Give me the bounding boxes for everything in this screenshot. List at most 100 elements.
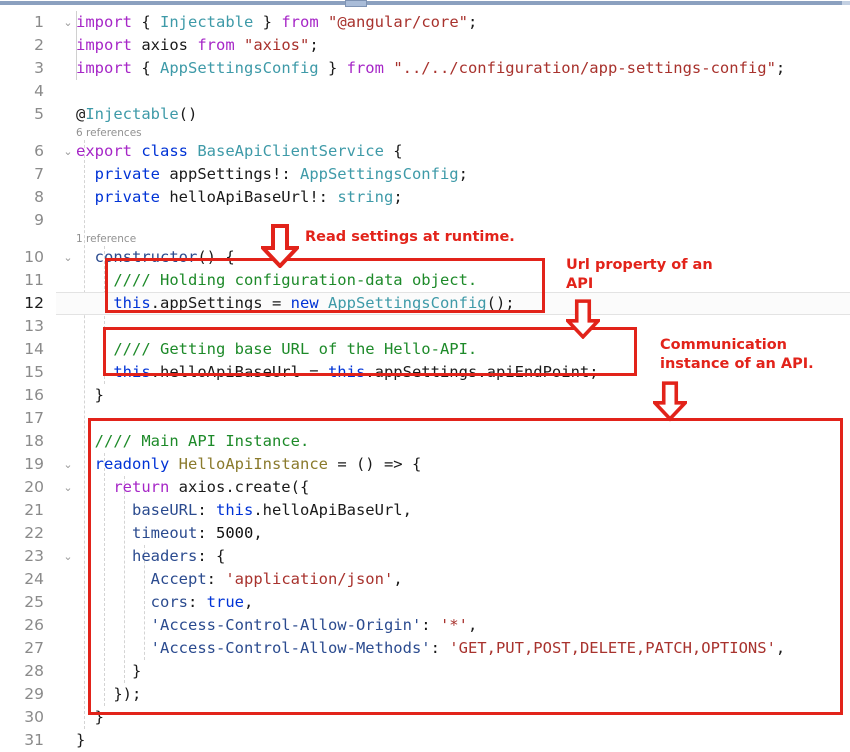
code-line[interactable]: 9: [0, 209, 850, 232]
code-text: import axios from "axios";: [76, 34, 319, 57]
code-line[interactable]: 6 ⌄ export class BaseApiClientService {: [0, 140, 850, 163]
token: }: [76, 662, 142, 680]
code-line[interactable]: 23 ⌄ headers: {: [0, 545, 850, 568]
horizontal-scrollbar[interactable]: [0, 0, 850, 7]
code-line[interactable]: 10 ⌄ constructor() {: [0, 246, 850, 269]
fold-chevron-down-icon[interactable]: ⌄: [62, 453, 74, 476]
token: }: [76, 386, 104, 404]
token: new: [290, 294, 328, 312]
fold-chevron-down-icon[interactable]: ⌄: [62, 545, 74, 568]
code-line[interactable]: 4: [0, 80, 850, 103]
code-line[interactable]: 25 cors: true,: [0, 591, 850, 614]
code-editor[interactable]: 1 ⌄ import { Injectable } from "@angular/c…: [0, 7, 850, 749]
token: from: [197, 36, 244, 54]
line-number: 2: [34, 36, 44, 54]
code-line[interactable]: 28 }: [0, 660, 850, 683]
token: "axios": [244, 36, 310, 54]
code-line[interactable]: 30 }: [0, 706, 850, 729]
line-number: 15: [24, 363, 44, 381]
code-text: });: [76, 683, 141, 706]
line-number: 29: [24, 685, 44, 703]
token: this: [327, 363, 366, 381]
code-text: @Injectable(): [76, 103, 197, 126]
token: "@angular/core": [328, 13, 468, 31]
token: :: [197, 501, 216, 519]
line-number: 22: [24, 524, 44, 542]
code-line[interactable]: 3 import { AppSettingsConfig } from "../.…: [0, 57, 850, 80]
token: BaseApiClientService: [197, 142, 384, 160]
token: !:: [309, 188, 338, 206]
scrollbar-thumb[interactable]: [345, 0, 367, 7]
code-line[interactable]: 15 this.helloApiBaseUrl = this.appSettin…: [0, 361, 850, 384]
code-line[interactable]: 1 ⌄ import { Injectable } from "@angular/c…: [0, 11, 850, 34]
code-line[interactable]: 26 'Access-Control-Allow-Origin': '*',: [0, 614, 850, 637]
code-line[interactable]: 21 baseURL: this.helloApiBaseUrl,: [0, 499, 850, 522]
token: class: [141, 142, 198, 160]
token: 5000: [216, 524, 254, 542]
token: : {: [197, 547, 226, 565]
code-line[interactable]: 19 ⌄ readonly HelloApiInstance = () => {: [0, 453, 850, 476]
code-line[interactable]: 13: [0, 315, 850, 338]
code-line[interactable]: 2 import axios from "axios";: [0, 34, 850, 57]
token: constructor: [94, 248, 198, 266]
code-line[interactable]: 7 private appSettings!: AppSettingsConfi…: [0, 163, 850, 186]
code-text: private helloApiBaseUrl!: string;: [76, 186, 403, 209]
token: 'GET,PUT,POST,DELETE,PATCH,OPTIONS': [449, 639, 776, 657]
code-line[interactable]: 22 timeout: 5000,: [0, 522, 850, 545]
code-text: }: [76, 660, 141, 683]
token: Accept: [150, 570, 207, 588]
code-line[interactable]: 16 }: [0, 384, 850, 407]
code-line[interactable]: 17: [0, 407, 850, 430]
fold-chevron-down-icon[interactable]: ⌄: [62, 476, 74, 499]
code-line[interactable]: 27 'Access-Control-Allow-Methods': 'GET,…: [0, 637, 850, 660]
line-number: 10: [24, 248, 44, 266]
token: !:: [271, 165, 300, 183]
token: appSettings: [169, 165, 272, 183]
code-text: readonly HelloApiInstance = () => {: [76, 453, 422, 476]
fold-chevron-down-icon[interactable]: ⌄: [62, 246, 74, 269]
fold-chevron-down-icon[interactable]: ⌄: [62, 140, 74, 163]
code-line[interactable]: 8 private helloApiBaseUrl!: string;: [0, 186, 850, 209]
token: from: [281, 13, 328, 31]
code-text: Accept: 'application/json',: [76, 568, 403, 591]
code-lens-references[interactable]: 6 references: [76, 126, 142, 140]
token: //// Main API Instance.: [94, 432, 310, 450]
token: private: [94, 188, 170, 206]
code-line[interactable]: 18 //// Main API Instance.: [0, 430, 850, 453]
code-lens-references[interactable]: 1 reference: [76, 232, 136, 246]
fold-chevron-down-icon[interactable]: ⌄: [62, 11, 74, 34]
token: '*': [439, 616, 468, 634]
code-line[interactable]: 11 //// Holding configuration-data objec…: [0, 269, 850, 292]
token: AppSettingsConfig: [160, 59, 319, 77]
token: .helloApiBaseUrl =: [150, 363, 328, 381]
code-text: private appSettings!: AppSettingsConfig;: [76, 163, 468, 186]
code-line[interactable]: 20 ⌄ return axios.create({: [0, 476, 850, 499]
token: private: [94, 165, 170, 183]
scrollbar-track[interactable]: [0, 1, 842, 5]
token: :: [206, 570, 226, 588]
code-line[interactable]: 29 });: [0, 683, 850, 706]
token: Injectable: [85, 105, 179, 123]
code-line[interactable]: 31}: [0, 729, 850, 752]
token: {: [141, 13, 160, 31]
token: :: [430, 639, 450, 657]
code-line[interactable]: 5 @Injectable(): [0, 103, 850, 126]
code-line[interactable]: 14 //// Getting base URL of the Hello-AP…: [0, 338, 850, 361]
token: Injectable: [160, 13, 254, 31]
code-line[interactable]: 24 Accept: 'application/json',: [0, 568, 850, 591]
token: 'Access-Control-Allow-Origin': [150, 616, 422, 634]
line-number: 25: [24, 593, 44, 611]
code-line[interactable]: 12 this.appSettings = new AppSettingsCon…: [0, 292, 850, 315]
token: = () => {: [337, 455, 422, 473]
token: }: [76, 731, 86, 749]
line-number: 18: [24, 432, 44, 450]
line-number: 26: [24, 616, 44, 634]
